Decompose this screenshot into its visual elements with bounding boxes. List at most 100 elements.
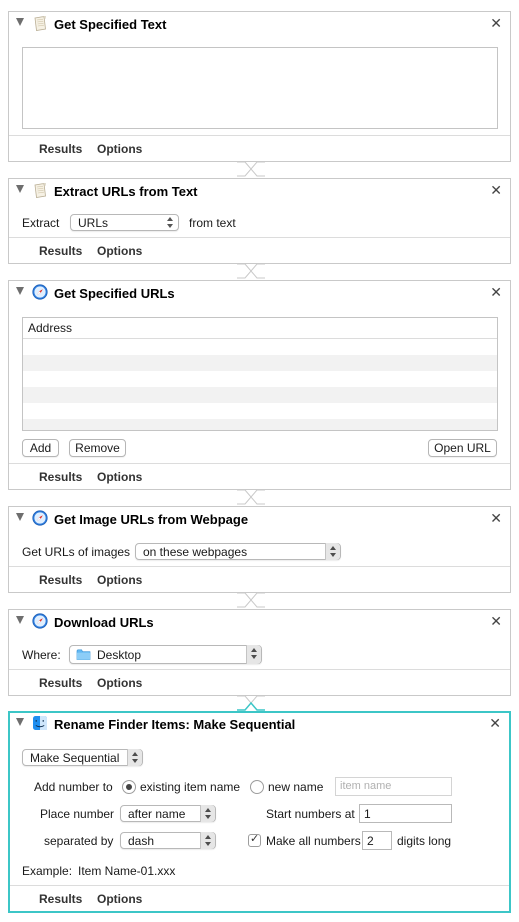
where-label: Where: [22,648,61,662]
results-tab[interactable]: Results [39,470,82,484]
action-connector [237,489,265,505]
remove-url-button[interactable]: Remove [69,439,126,457]
digits-long-label: digits long [397,834,452,848]
action-rename-finder-items[interactable]: Rename Finder Items: Make Sequential ✕ M… [8,711,511,913]
popup-arrows-icon [246,645,261,664]
action-download-urls[interactable]: Download URLs ✕ Where: Desktop Results O… [8,609,511,696]
options-tab[interactable]: Options [97,573,142,587]
action-header[interactable]: Get Image URLs from Webpage ✕ [9,507,510,533]
action-title: Extract URLs from Text [54,184,198,199]
options-tab[interactable]: Options [97,244,142,258]
action-title: Get Image URLs from Webpage [54,512,249,527]
place-number-popup[interactable]: after name [120,805,216,822]
close-icon[interactable]: ✕ [490,613,502,630]
example-label: Example: [22,864,73,878]
options-tab[interactable]: Options [97,676,142,690]
specified-text-area[interactable] [22,47,498,129]
extract-label: Extract [22,216,60,230]
table-row[interactable] [23,387,497,403]
results-tab[interactable]: Results [39,676,82,690]
results-tab[interactable]: Results [39,892,82,906]
options-tab[interactable]: Options [97,470,142,484]
table-row[interactable] [23,419,497,430]
popup-arrows-icon [200,832,215,849]
disclosure-triangle-icon[interactable] [16,18,24,26]
separated-by-label: separated by [44,834,114,848]
popup-arrows-icon [325,543,340,560]
address-column-header[interactable]: Address [23,318,497,339]
action-title: Get Specified URLs [54,286,175,301]
action-footer: Results Options [9,237,510,263]
destination-popup[interactable]: Desktop [69,645,262,664]
textedit-icon [34,183,46,198]
table-row[interactable] [23,355,497,371]
image-source-value: on these webpages [143,545,248,559]
action-header[interactable]: Extract URLs from Text ✕ [9,179,510,205]
address-header-label: Address [28,321,73,335]
add-url-button[interactable]: Add [22,439,59,457]
example-value: Item Name-01.xxx [78,864,176,878]
close-icon[interactable]: ✕ [489,715,501,732]
url-table[interactable]: Address [22,317,498,431]
extract-type-value: URLs [78,216,109,230]
action-footer: Results Options [10,885,509,911]
item-name-field[interactable]: item name [335,777,452,796]
disclosure-triangle-icon[interactable] [16,513,24,521]
safari-icon [32,284,48,300]
popup-arrows-icon [200,805,215,822]
table-row[interactable] [23,403,497,419]
extract-type-popup[interactable]: URLs [70,214,179,231]
popup-arrows-icon [163,214,178,231]
action-title: Download URLs [54,615,154,630]
rename-mode-popup[interactable]: Make Sequential [22,749,143,766]
close-icon[interactable]: ✕ [490,284,502,301]
open-url-button[interactable]: Open URL [428,439,497,457]
action-footer: Results Options [9,463,510,489]
results-tab[interactable]: Results [39,573,82,587]
results-tab[interactable]: Results [39,142,82,156]
safari-icon [32,613,48,629]
digits-field[interactable]: 2 [362,831,392,850]
options-tab[interactable]: Options [97,142,142,156]
action-header[interactable]: Rename Finder Items: Make Sequential ✕ [10,713,509,739]
close-icon[interactable]: ✕ [490,182,502,199]
action-footer: Results Options [9,135,510,161]
disclosure-triangle-icon[interactable] [16,718,24,726]
close-icon[interactable]: ✕ [490,510,502,527]
popup-arrows-icon [127,749,142,766]
separator-popup[interactable]: dash [120,832,216,849]
start-numbers-field[interactable]: 1 [359,804,452,823]
action-connector [237,592,265,608]
textedit-icon [34,16,46,31]
disclosure-triangle-icon[interactable] [16,185,24,193]
action-connector [237,695,265,711]
action-header[interactable]: Get Specified Text ✕ [9,12,510,38]
make-all-numbers-label: Make all numbers [266,834,361,848]
destination-value: Desktop [97,648,142,662]
from-text-label: from text [189,216,236,230]
table-row[interactable] [23,371,497,387]
action-title: Rename Finder Items: Make Sequential [54,717,296,732]
folder-icon [76,649,91,660]
action-title: Get Specified Text [54,17,167,32]
existing-item-name-radio[interactable] [122,780,136,794]
options-tab[interactable]: Options [97,892,142,906]
action-get-specified-text[interactable]: Get Specified Text ✕ Results Options [8,11,511,162]
make-all-numbers-checkbox[interactable]: ✓ [248,833,261,847]
action-extract-urls[interactable]: Extract URLs from Text ✕ Extract URLs fr… [8,178,511,264]
safari-icon [32,510,48,526]
existing-item-name-label: existing item name [140,780,241,794]
action-header[interactable]: Get Specified URLs ✕ [9,281,510,307]
new-name-radio[interactable] [250,780,264,794]
table-row[interactable] [23,339,497,355]
action-header[interactable]: Download URLs ✕ [9,610,510,636]
disclosure-triangle-icon[interactable] [16,287,24,295]
disclosure-triangle-icon[interactable] [16,616,24,624]
action-get-image-urls[interactable]: Get Image URLs from Webpage ✕ Get URLs o… [8,506,511,593]
action-get-specified-urls[interactable]: Get Specified URLs ✕ Address Add Remove … [8,280,511,490]
close-icon[interactable]: ✕ [490,15,502,32]
image-source-popup[interactable]: on these webpages [135,543,341,560]
results-tab[interactable]: Results [39,244,82,258]
new-name-label: new name [268,780,324,794]
finder-icon [33,716,47,730]
